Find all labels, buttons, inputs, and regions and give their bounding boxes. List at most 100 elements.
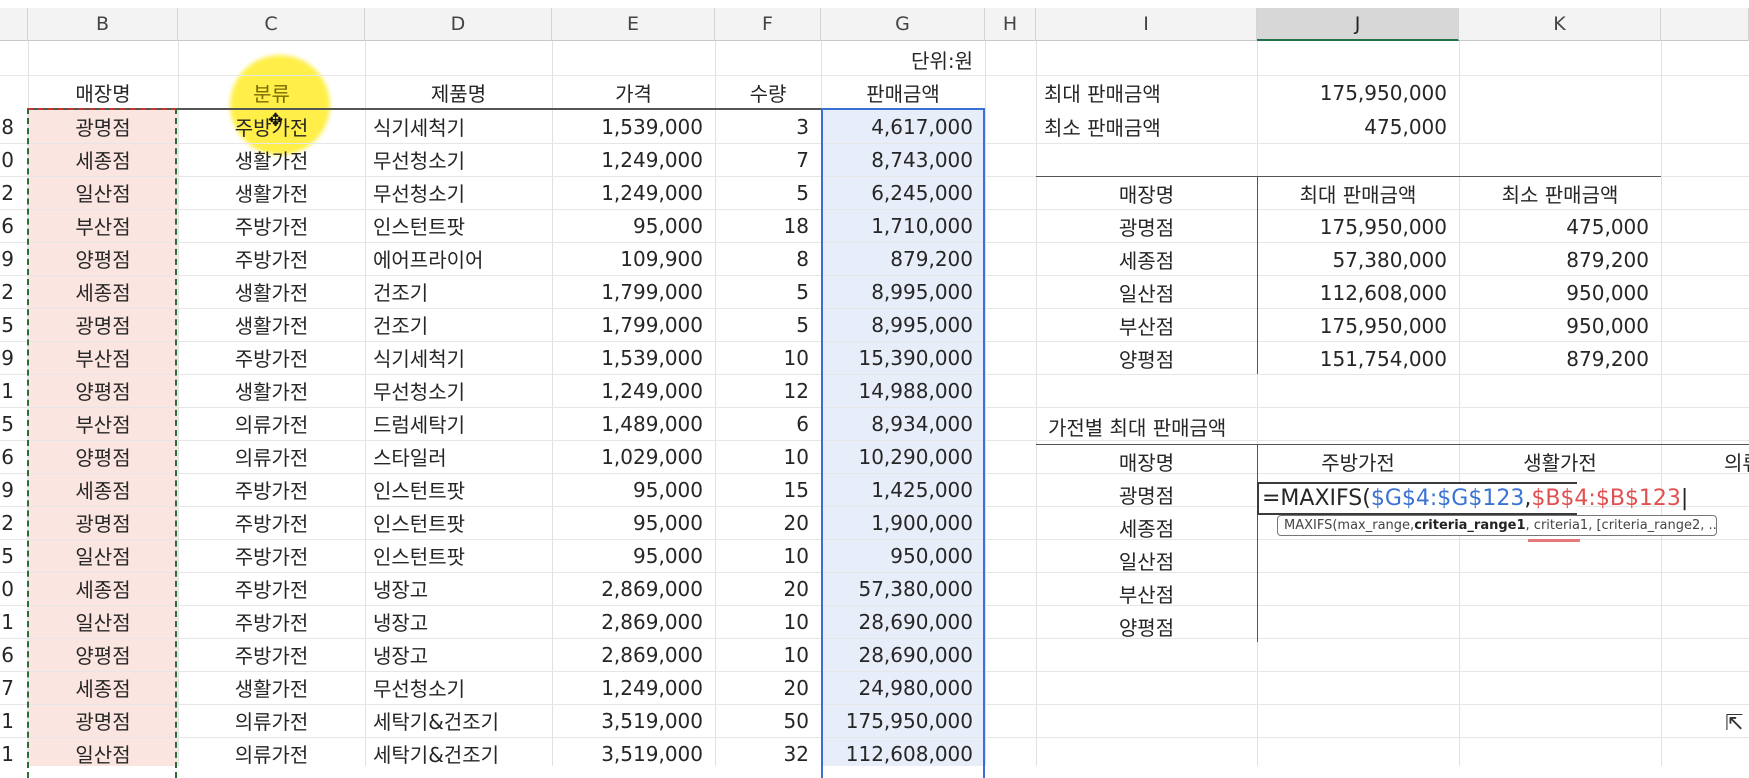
- category-table-header-living[interactable]: 생활가전: [1459, 445, 1661, 478]
- column-header-f[interactable]: F: [715, 8, 821, 41]
- cell-product[interactable]: 건조기: [365, 308, 552, 341]
- cell-product[interactable]: 스타일러: [365, 440, 552, 473]
- store-table-cell-store[interactable]: 세종점: [1036, 243, 1257, 276]
- cell-qty[interactable]: 10: [715, 638, 821, 671]
- cell-category[interactable]: 주방가전: [178, 473, 365, 506]
- cell-qty[interactable]: 32: [715, 737, 821, 770]
- column-header-h[interactable]: H: [985, 8, 1036, 41]
- cell-category[interactable]: 주방가전: [178, 341, 365, 374]
- cell-product[interactable]: 식기세척기: [365, 341, 552, 374]
- max-sales-value[interactable]: 175,950,000: [1257, 76, 1459, 109]
- column-header-a[interactable]: [0, 8, 28, 41]
- cell-product[interactable]: 인스턴트팟: [365, 539, 552, 572]
- cell-price[interactable]: 1,539,000: [552, 110, 715, 143]
- cell-qty[interactable]: 18: [715, 209, 821, 242]
- category-table-store[interactable]: 부산점: [1036, 577, 1257, 610]
- cell-price[interactable]: 95,000: [552, 539, 715, 572]
- store-table-cell-min[interactable]: 879,200: [1459, 342, 1661, 375]
- unit-label[interactable]: 단위:원: [821, 43, 985, 76]
- cell-category[interactable]: 주방가전: [178, 242, 365, 275]
- cell-category[interactable]: 의류가전: [178, 704, 365, 737]
- cell-category[interactable]: 생활가전: [178, 176, 365, 209]
- column-header-b[interactable]: B: [28, 8, 178, 41]
- column-header-c[interactable]: C: [178, 8, 365, 41]
- header-category[interactable]: 분류: [178, 76, 365, 109]
- cell-price[interactable]: 1,249,000: [552, 374, 715, 407]
- max-sales-label[interactable]: 최대 판매금액: [1036, 76, 1257, 109]
- category-table-store[interactable]: 세종점: [1036, 511, 1257, 544]
- cell-price[interactable]: 109,900: [552, 242, 715, 275]
- header-qty[interactable]: 수량: [715, 76, 821, 109]
- cell-category[interactable]: 주방가전: [178, 572, 365, 605]
- cell-qty[interactable]: 50: [715, 704, 821, 737]
- store-table-cell-max[interactable]: 112,608,000: [1257, 276, 1459, 309]
- cell-product[interactable]: 세탁기&건조기: [365, 737, 552, 770]
- cell-product[interactable]: 무선청소기: [365, 143, 552, 176]
- cell-product[interactable]: 무선청소기: [365, 671, 552, 704]
- cell-qty[interactable]: 8: [715, 242, 821, 275]
- cell-price[interactable]: 1,539,000: [552, 341, 715, 374]
- store-table-cell-min[interactable]: 879,200: [1459, 243, 1661, 276]
- cell-price[interactable]: 1,249,000: [552, 671, 715, 704]
- category-table-header-kitchen[interactable]: 주방가전: [1257, 445, 1459, 478]
- header-store[interactable]: 매장명: [28, 76, 178, 109]
- store-table-cell-store[interactable]: 일산점: [1036, 276, 1257, 309]
- store-table-cell-min[interactable]: 950,000: [1459, 276, 1661, 309]
- cell-qty[interactable]: 10: [715, 440, 821, 473]
- cell-category[interactable]: 주방가전: [178, 605, 365, 638]
- cell-category[interactable]: 생활가전: [178, 374, 365, 407]
- cell-price[interactable]: 95,000: [552, 473, 715, 506]
- cell-product[interactable]: 인스턴트팟: [365, 209, 552, 242]
- cell-qty[interactable]: 15: [715, 473, 821, 506]
- cell-qty[interactable]: 5: [715, 308, 821, 341]
- cell-qty[interactable]: 7: [715, 143, 821, 176]
- formula-cell-editor[interactable]: =MAXIFS($G$4:$G$123, $B$4:$B$123 |: [1257, 482, 1688, 515]
- cell-qty[interactable]: 20: [715, 572, 821, 605]
- category-table-store[interactable]: 양평점: [1036, 610, 1257, 643]
- store-table-header-store[interactable]: 매장명: [1036, 177, 1257, 210]
- cell-price[interactable]: 1,799,000: [552, 308, 715, 341]
- cell-price[interactable]: 1,029,000: [552, 440, 715, 473]
- cell-qty[interactable]: 12: [715, 374, 821, 407]
- store-table-header-max[interactable]: 최대 판매금액: [1257, 177, 1459, 210]
- column-header-k[interactable]: K: [1459, 8, 1661, 41]
- store-table-cell-max[interactable]: 57,380,000: [1257, 243, 1459, 276]
- header-product[interactable]: 제품명: [365, 76, 552, 109]
- min-sales-label[interactable]: 최소 판매금액: [1036, 110, 1257, 143]
- cell-qty[interactable]: 10: [715, 539, 821, 572]
- category-table-header-store[interactable]: 매장명: [1036, 445, 1257, 478]
- cell-price[interactable]: 1,489,000: [552, 407, 715, 440]
- cell-price[interactable]: 3,519,000: [552, 737, 715, 770]
- cell-product[interactable]: 냉장고: [365, 572, 552, 605]
- cell-qty[interactable]: 5: [715, 275, 821, 308]
- min-sales-value[interactable]: 475,000: [1257, 110, 1459, 143]
- cell-category[interactable]: 생활가전: [178, 671, 365, 704]
- cell-qty[interactable]: 20: [715, 506, 821, 539]
- cell-price[interactable]: 1,249,000: [552, 176, 715, 209]
- cell-category[interactable]: 생활가전: [178, 308, 365, 341]
- cell-price[interactable]: 2,869,000: [552, 638, 715, 671]
- cell-category[interactable]: 생활가전: [178, 143, 365, 176]
- cell-product[interactable]: 냉장고: [365, 605, 552, 638]
- cell-price[interactable]: 1,249,000: [552, 143, 715, 176]
- cell-price[interactable]: 3,519,000: [552, 704, 715, 737]
- cell-product[interactable]: 무선청소기: [365, 374, 552, 407]
- store-table-cell-store[interactable]: 부산점: [1036, 309, 1257, 342]
- store-table-cell-min[interactable]: 950,000: [1459, 309, 1661, 342]
- cell-product[interactable]: 무선청소기: [365, 176, 552, 209]
- category-table-store[interactable]: 광명점: [1036, 478, 1257, 511]
- column-header-l[interactable]: [1661, 8, 1749, 41]
- category-table-store[interactable]: 일산점: [1036, 544, 1257, 577]
- cell-product[interactable]: 인스턴트팟: [365, 473, 552, 506]
- cell-category[interactable]: 의류가전: [178, 737, 365, 770]
- column-header-j[interactable]: J: [1257, 8, 1459, 41]
- store-table-header-min[interactable]: 최소 판매금액: [1459, 177, 1661, 210]
- cell-product[interactable]: 드럼세탁기: [365, 407, 552, 440]
- cell-qty[interactable]: 20: [715, 671, 821, 704]
- store-table-cell-min[interactable]: 475,000: [1459, 210, 1661, 243]
- header-sales[interactable]: 판매금액: [821, 76, 985, 109]
- cell-category[interactable]: 주방가전: [178, 209, 365, 242]
- category-table-header-clothing[interactable]: 의류: [1724, 445, 1749, 478]
- cell-product[interactable]: 세탁기&건조기: [365, 704, 552, 737]
- category-table-title[interactable]: 가전별 최대 판매금액: [1036, 410, 1257, 443]
